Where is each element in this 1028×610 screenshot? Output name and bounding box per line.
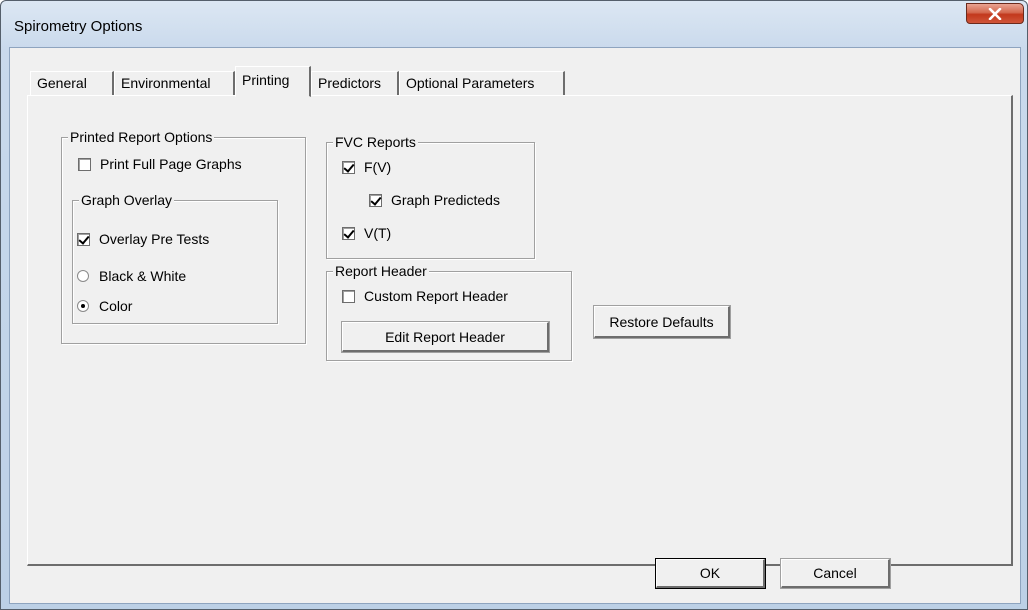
graph-overlay-group: Graph Overlay Overlay Pre Tests Black & …: [72, 192, 278, 324]
tab-optional-parameters[interactable]: Optional Parameters: [399, 71, 565, 96]
printed-report-options-group: Printed Report Options Print Full Page G…: [61, 129, 306, 344]
graph-predicteds-box[interactable]: [369, 193, 382, 207]
graph-predicteds-checkbox[interactable]: Graph Predicteds: [369, 192, 500, 208]
close-icon: [988, 7, 1002, 20]
printed-report-options-title: Printed Report Options: [68, 129, 215, 145]
title-bar[interactable]: Spirometry Options: [1, 1, 1027, 47]
report-header-group: Report Header Custom Report Header Edit …: [326, 263, 572, 361]
cancel-button[interactable]: Cancel: [781, 559, 890, 588]
printing-tab-panel: Printed Report Options Print Full Page G…: [27, 95, 1013, 566]
print-full-page-graphs-box[interactable]: [78, 157, 91, 171]
black-white-radio[interactable]: Black & White: [77, 268, 186, 284]
fv-checkbox[interactable]: F(V): [342, 159, 391, 175]
fv-box[interactable]: [342, 160, 355, 174]
overlay-pre-tests-checkbox[interactable]: Overlay Pre Tests: [77, 231, 209, 247]
black-white-label: Black & White: [99, 268, 187, 284]
custom-report-header-label: Custom Report Header: [364, 288, 508, 304]
graph-overlay-title: Graph Overlay: [79, 192, 175, 208]
report-header-title: Report Header: [333, 263, 429, 279]
color-radio[interactable]: Color: [77, 298, 132, 314]
vt-checkbox[interactable]: V(T): [342, 225, 391, 241]
custom-report-header-box[interactable]: [342, 289, 355, 303]
color-label: Color: [99, 298, 133, 314]
dialog-client-area: General Environmental Printing Predictor…: [9, 47, 1021, 604]
print-full-page-graphs-checkbox[interactable]: Print Full Page Graphs: [78, 156, 242, 172]
ok-button[interactable]: OK: [656, 559, 765, 588]
custom-report-header-checkbox[interactable]: Custom Report Header: [342, 288, 508, 304]
tab-strip: General Environmental Printing Predictor…: [30, 66, 1010, 97]
dialog-window: Spirometry Options General Environmental…: [0, 0, 1028, 610]
overlay-pre-tests-label: Overlay Pre Tests: [99, 231, 210, 247]
fv-label: F(V): [364, 159, 392, 175]
print-full-page-graphs-label: Print Full Page Graphs: [100, 156, 242, 172]
vt-box[interactable]: [342, 226, 355, 240]
black-white-radio-circle[interactable]: [77, 270, 89, 282]
tab-predictors[interactable]: Predictors: [311, 71, 399, 96]
vt-label: V(T): [364, 225, 392, 241]
tab-general[interactable]: General: [30, 71, 114, 96]
close-button[interactable]: [966, 3, 1024, 24]
color-radio-circle[interactable]: [77, 300, 89, 312]
overlay-pre-tests-box[interactable]: [77, 232, 90, 246]
graph-predicteds-label: Graph Predicteds: [391, 192, 500, 208]
tab-environmental[interactable]: Environmental: [114, 71, 235, 96]
fvc-reports-group: FVC Reports F(V) Graph Predicteds V(T): [326, 134, 535, 259]
tab-printing[interactable]: Printing: [235, 66, 311, 97]
fvc-reports-title: FVC Reports: [333, 134, 418, 150]
window-title: Spirometry Options: [14, 18, 143, 35]
restore-defaults-button[interactable]: Restore Defaults: [594, 306, 730, 338]
edit-report-header-button[interactable]: Edit Report Header: [342, 322, 549, 352]
